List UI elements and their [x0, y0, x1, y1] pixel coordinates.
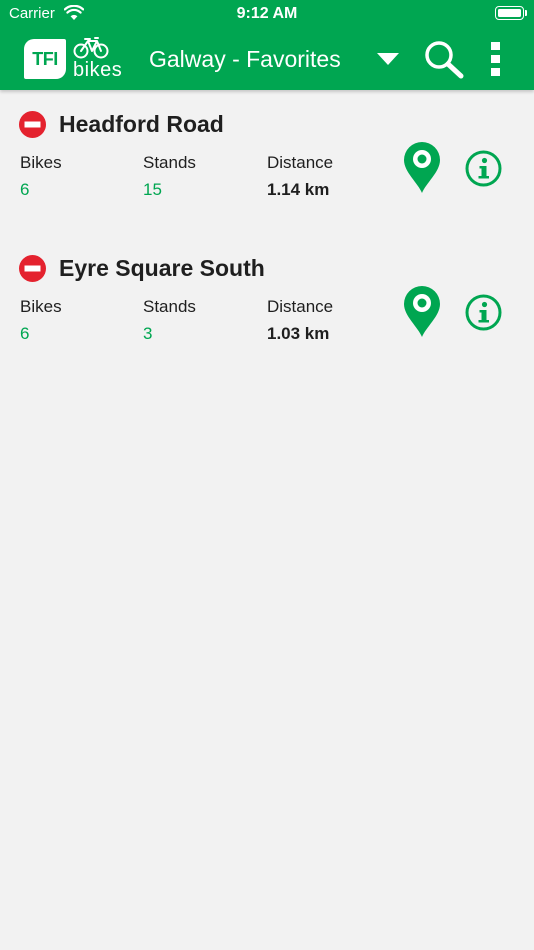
no-entry-icon	[19, 255, 46, 282]
battery-level	[498, 9, 521, 17]
bikes-count: 6	[20, 324, 30, 343]
map-pin-icon[interactable]	[403, 141, 441, 193]
app-bar: Carrier 9:12 AM TFI bikes Galway - Favor…	[0, 0, 534, 90]
stands-label: Stands	[143, 297, 196, 316]
tfi-bikes-logo: TFI bikes	[24, 37, 128, 81]
station-name: Headford Road	[59, 111, 224, 137]
battery-cap	[525, 10, 527, 16]
battery-icon	[495, 6, 524, 20]
stands-count: 3	[143, 324, 153, 343]
region-title[interactable]: Galway - Favorites	[149, 45, 341, 73]
stands-label: Stands	[143, 153, 196, 172]
distance-label: Distance	[267, 153, 334, 172]
station-name: Eyre Square South	[59, 255, 265, 281]
logo-box: TFI	[24, 39, 66, 79]
bikes-label: Bikes	[20, 153, 62, 172]
distance-value: 1.03 km	[267, 324, 330, 343]
logo-wordmark: bikes	[73, 59, 123, 81]
stands-count: 15	[143, 180, 162, 199]
status-time: 9:12 AM	[236, 5, 298, 22]
distance-label: Distance	[267, 297, 334, 316]
info-icon[interactable]	[465, 150, 502, 187]
chevron-down-icon[interactable]	[376, 52, 400, 66]
bikes-count: 6	[20, 180, 30, 199]
no-entry-icon	[19, 111, 46, 138]
station-row-headford-road[interactable]: Headford Road Bikes 6 Stands 15 Distance…	[0, 111, 534, 231]
info-icon[interactable]	[465, 294, 502, 331]
distance-value: 1.14 km	[267, 180, 330, 199]
bikes-label: Bikes	[20, 297, 62, 316]
search-icon[interactable]	[423, 39, 465, 79]
status-bar: Carrier 9:12 AM	[0, 0, 534, 28]
more-vertical-icon[interactable]	[485, 40, 507, 78]
bicycle-icon	[73, 37, 109, 59]
station-row-eyre-square-south[interactable]: Eyre Square South Bikes 6 Stands 3 Dista…	[0, 255, 534, 375]
map-pin-icon[interactable]	[403, 285, 441, 337]
